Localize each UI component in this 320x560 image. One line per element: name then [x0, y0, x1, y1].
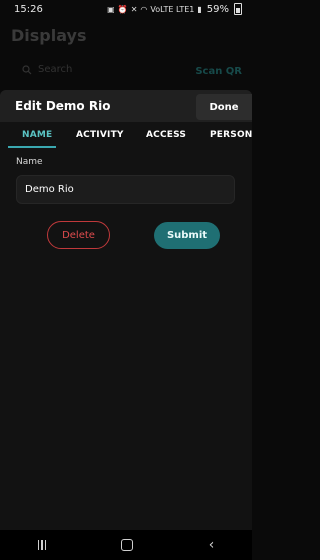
battery-percent: 59%: [206, 3, 229, 15]
search-icon: [22, 64, 32, 74]
delete-button[interactable]: Delete: [47, 221, 110, 249]
alarm-icon: ⏰: [117, 4, 128, 14]
recent-apps-icon[interactable]: [37, 540, 47, 550]
tab-bar: NAME ACTIVITY ACCESS PERSONA: [0, 122, 252, 148]
scan-qr-button[interactable]: Scan QR: [195, 66, 242, 77]
tab-access[interactable]: ACCESS: [146, 130, 186, 140]
submit-button[interactable]: Submit: [154, 222, 220, 249]
sheet-header: Edit Demo Rio Done: [0, 90, 252, 122]
search-bar[interactable]: Search: [22, 64, 72, 75]
tab-persona[interactable]: PERSONA: [210, 130, 252, 140]
edit-sheet: Edit Demo Rio Done NAME ACTIVITY ACCESS …: [0, 90, 252, 530]
wifi-icon: ◠: [140, 4, 148, 14]
name-field[interactable]: Demo Rio: [16, 175, 235, 204]
tab-name[interactable]: NAME: [22, 130, 52, 140]
gallery-icon: ▣: [107, 4, 115, 14]
status-icons: ▣ ⏰ ✕ ◠ VoLTE LTE1 ▮ 59%: [107, 3, 242, 15]
name-label: Name: [16, 157, 43, 167]
network-label: VoLTE LTE1: [150, 4, 195, 14]
status-time: 15:26: [14, 3, 43, 15]
status-bar: 15:26 ▣ ⏰ ✕ ◠ VoLTE LTE1 ▮ 59%: [0, 0, 252, 18]
home-icon[interactable]: [121, 539, 134, 551]
battery-icon: [234, 3, 242, 15]
mute-icon: ✕: [130, 4, 138, 14]
sheet-title: Edit Demo Rio: [15, 99, 111, 113]
tab-activity[interactable]: ACTIVITY: [76, 130, 124, 140]
back-icon[interactable]: ‹: [209, 538, 215, 552]
done-button[interactable]: Done: [196, 94, 252, 120]
page-title: Displays: [11, 26, 87, 45]
active-tab-indicator: [8, 146, 56, 148]
signal-icon: ▮: [197, 4, 202, 14]
search-placeholder: Search: [38, 64, 73, 75]
system-nav-bar: ‹: [0, 530, 252, 560]
